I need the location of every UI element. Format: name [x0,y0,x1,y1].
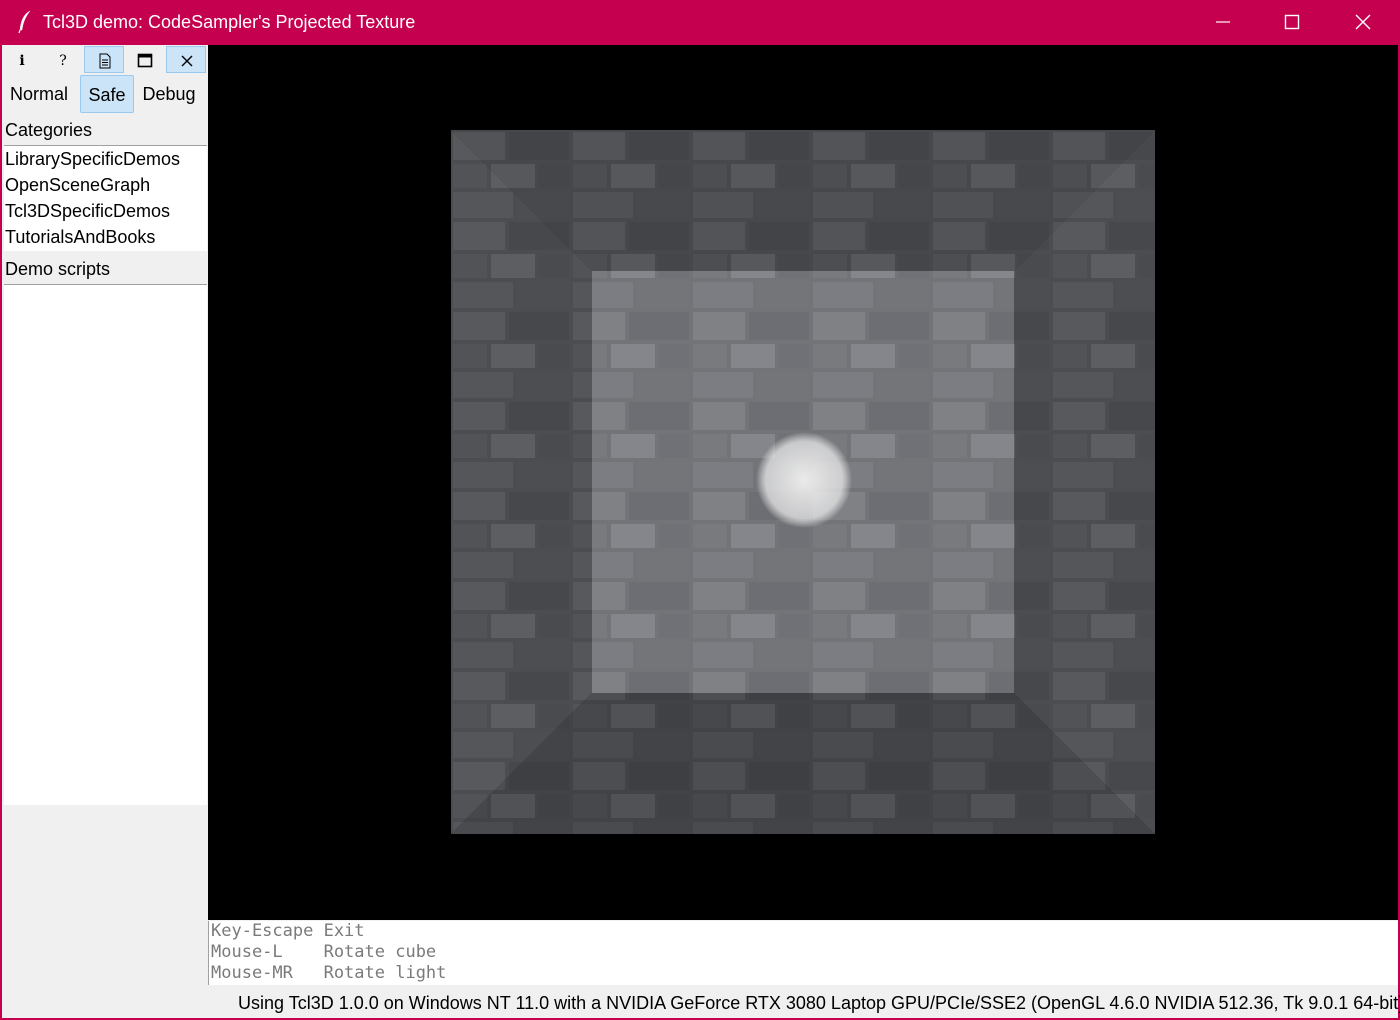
minimize-button[interactable] [1188,0,1258,45]
svg-text:i: i [19,53,24,68]
mode-selector: Normal Safe Debug [2,75,208,113]
info-button[interactable]: i [2,46,42,73]
close-icon [181,55,193,67]
mode-debug-button[interactable]: Debug [138,75,200,113]
close-icon [1355,14,1371,30]
status-bar: Using Tcl3D 1.0.0 on Windows NT 11.0 wit… [208,986,1400,1018]
info-text-area: Key-Escape Exit Mouse-L Rotate cube Mous… [208,921,1398,985]
document-icon [99,53,111,69]
mode-normal-button[interactable]: Normal [5,75,73,113]
window-icon [137,53,153,68]
opengl-viewport[interactable] [208,45,1398,920]
info-line: Key-Escape Exit [211,921,365,941]
client-area: i ? Normal Safe Debug Categories Library… [2,45,1400,1018]
help-button[interactable]: ? [43,46,83,73]
help-icon: ? [59,53,67,68]
app-window: Tcl3D demo: CodeSampler's Projected Text… [0,0,1400,1020]
mode-safe-button[interactable]: Safe [80,75,134,113]
categories-list[interactable]: LibrarySpecificDemos OpenSceneGraph Tcl3… [4,145,207,251]
close-demo-button[interactable] [166,46,206,73]
projected-texture-scene [451,130,1155,834]
demo-scripts-label: Demo scripts [5,259,111,279]
info-icon: i [19,53,24,68]
window-title: Tcl3D demo: CodeSampler's Projected Text… [43,12,416,32]
maximize-button[interactable] [1257,0,1327,45]
svg-text:?: ? [59,53,67,68]
category-item[interactable]: OpenSceneGraph [4,172,207,198]
category-item[interactable]: Tcl3DSpecificDemos [4,198,207,224]
left-panel: i ? Normal Safe Debug Categories Library… [2,45,208,1018]
minimize-icon [1216,21,1230,23]
maximize-icon [1284,14,1300,30]
status-text: Using Tcl3D 1.0.0 on Windows NT 11.0 wit… [238,993,1400,1013]
close-window-button[interactable] [1328,0,1398,45]
info-line: Mouse-L Rotate cube [211,942,437,962]
feather-icon [18,10,31,34]
title-bar[interactable]: Tcl3D demo: CodeSampler's Projected Text… [0,0,1400,45]
toolbar: i ? [2,45,208,74]
demo-scripts-list[interactable] [4,284,207,805]
window-button[interactable] [125,46,165,73]
source-button[interactable] [84,46,124,73]
category-item[interactable]: LibrarySpecificDemos [4,146,207,172]
category-item[interactable]: TutorialsAndBooks [4,224,207,250]
categories-label: Categories [5,120,93,140]
info-line: Mouse-MR Rotate light [211,963,447,983]
